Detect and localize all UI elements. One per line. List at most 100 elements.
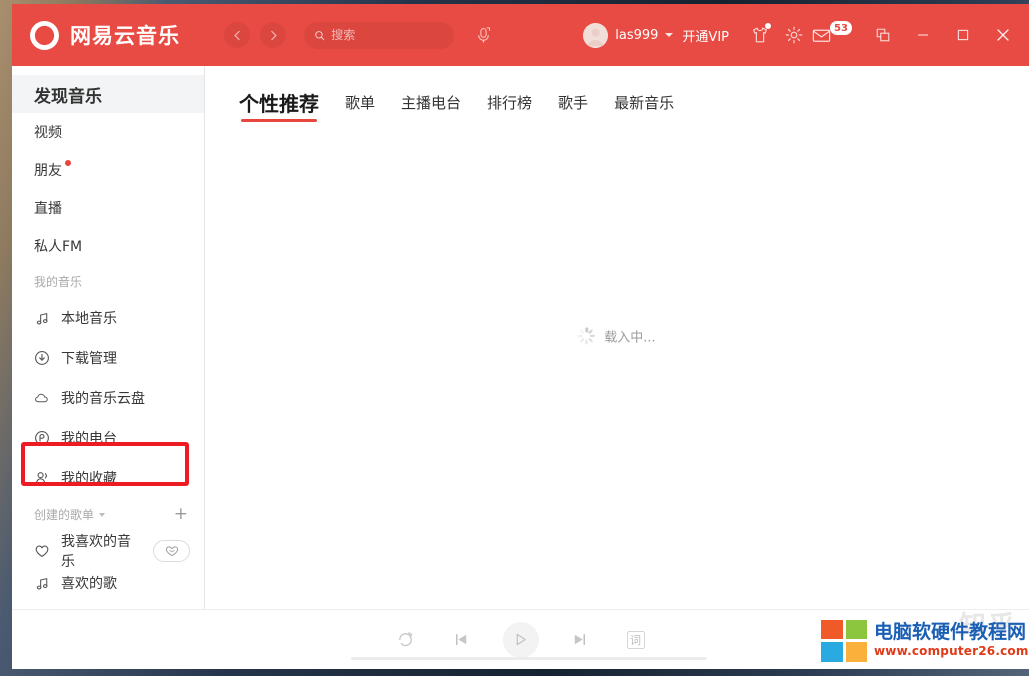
sidebar-item-label: 私人FM (34, 239, 83, 255)
sidebar-item-friends[interactable]: 朋友 (12, 151, 204, 189)
settings-button[interactable] (777, 18, 811, 52)
tab-radio-hosts[interactable]: 主播电台 (401, 92, 461, 122)
minimize-icon (918, 34, 928, 36)
sidebar-item-live[interactable]: 直播 (12, 189, 204, 227)
nav-arrows (224, 22, 286, 48)
watermark-site-name: 电脑软硬件教程网 (874, 621, 1027, 644)
sidebar-item-label: 下载管理 (61, 351, 117, 367)
tab-charts[interactable]: 排行榜 (487, 92, 532, 122)
progress-bar[interactable] (351, 657, 707, 660)
play-button[interactable] (502, 621, 539, 658)
user-name: las999 (615, 27, 659, 43)
brand-title: 网易云音乐 (70, 24, 180, 48)
sidebar-item-label: 发现音乐 (34, 86, 102, 107)
mail-button[interactable]: 53 (811, 18, 857, 52)
sidebar-item-discover[interactable]: 发现音乐 (12, 75, 204, 113)
close-icon (997, 29, 1009, 41)
watermark-site-url: www.computer26.com (874, 644, 1029, 659)
mini-player-button[interactable] (863, 15, 903, 55)
site-watermark: 电脑软硬件教程网 www.computer26.com (815, 612, 1029, 669)
sidebar-item-playlist-2[interactable]: 喜欢的歌 (12, 571, 204, 595)
next-track-icon (574, 633, 586, 646)
sidebar-item-local-music[interactable]: 本地音乐 (12, 298, 204, 338)
friends-notification-dot (65, 160, 71, 166)
content-stage: 载入中... (205, 122, 1029, 609)
tab-artists[interactable]: 歌手 (558, 92, 588, 122)
mail-icon (812, 29, 831, 42)
content-tabs: 个性推荐 歌单 主播电台 排行榜 歌手 最新音乐 (205, 66, 1029, 122)
add-playlist-button[interactable]: + (174, 506, 188, 523)
search-icon (315, 30, 325, 40)
cloud-icon (34, 390, 50, 406)
sidebar-item-label: 本地音乐 (61, 311, 117, 327)
previous-track-button[interactable] (447, 625, 477, 655)
sidebar-item-label: 喜欢的歌 (61, 576, 117, 592)
chevron-left-icon (233, 30, 240, 40)
brand: 网易云音乐 (12, 20, 180, 50)
play-icon (516, 633, 526, 646)
avatar (583, 22, 609, 48)
music-note-icon (34, 575, 50, 591)
next-track-button[interactable] (565, 625, 595, 655)
sidebar-item-video[interactable]: 视频 (12, 113, 204, 151)
chevron-down-icon[interactable] (99, 512, 106, 517)
loading-indicator: 载入中... (578, 327, 656, 346)
mini-player-icon (876, 28, 890, 42)
microphone-icon (477, 26, 490, 43)
header-right-controls: las999 开通VIP 53 (583, 4, 1029, 66)
sidebar-item-label: 我的电台 (61, 431, 117, 447)
sidebar-item-label: 视频 (34, 125, 62, 141)
repeat-mode-button[interactable] (391, 625, 421, 655)
previous-track-icon (455, 633, 467, 646)
voice-search-button[interactable] (468, 20, 498, 50)
repeat-icon (399, 632, 413, 647)
sidebar-item-liked-music[interactable]: 我喜欢的音乐 (12, 531, 204, 571)
sidebar-item-label: 我喜欢的音乐 (61, 534, 131, 570)
collection-person-icon (34, 470, 50, 486)
netease-music-window: 网易云音乐 搜索 las999 开通VIP 53 发现音乐 视频 朋友 直播 私… (12, 4, 1029, 669)
spinner-icon (578, 327, 596, 345)
sidebar-item-personal-fm[interactable]: 私人FM (12, 227, 204, 265)
sidebar-item-label: 我的音乐云盘 (61, 391, 145, 407)
heart-smile-icon[interactable] (153, 540, 190, 562)
sidebar-group-label: 我的音乐 (34, 275, 83, 289)
gear-icon (785, 26, 803, 44)
sidebar-item-my-collection[interactable]: 我的收藏 (12, 458, 204, 498)
body-area: 发现音乐 视频 朋友 直播 私人FM 我的音乐 本地音乐 下载管理 我的音乐云盘… (12, 66, 1029, 609)
user-menu[interactable]: las999 (583, 22, 674, 48)
tab-personal-recommend[interactable]: 个性推荐 (239, 88, 319, 122)
close-button[interactable] (983, 15, 1023, 55)
download-icon (34, 350, 50, 366)
tab-latest-music[interactable]: 最新音乐 (614, 92, 674, 122)
music-note-icon (34, 310, 50, 326)
maximize-icon (957, 29, 969, 41)
search-input[interactable] (331, 28, 444, 42)
main-content: 个性推荐 歌单 主播电台 排行榜 歌手 最新音乐 载入中... (205, 66, 1029, 609)
heart-outline-icon (34, 543, 50, 559)
search-wrapper (304, 21, 454, 49)
sidebar-item-my-radio[interactable]: 我的电台 (12, 418, 204, 458)
sidebar-item-label: 我的收藏 (61, 471, 117, 487)
skin-notification-dot (765, 23, 771, 29)
back-button[interactable] (224, 22, 250, 48)
sidebar-item-label: 直播 (34, 201, 62, 217)
windows-logo-icon (821, 619, 867, 662)
sidebar-item-my-music-cloud-disk[interactable]: 我的音乐云盘 (12, 378, 204, 418)
sidebar-item-download-manager[interactable]: 下载管理 (12, 338, 204, 378)
sidebar-group-created-playlists: 创建的歌单 + (12, 498, 204, 531)
sidebar-group-my-music: 我的音乐 (12, 265, 204, 298)
loading-text: 载入中... (604, 330, 656, 346)
sidebar-item-label: 朋友 (34, 163, 62, 179)
minimize-button[interactable] (903, 15, 943, 55)
tab-playlists[interactable]: 歌单 (345, 92, 375, 122)
forward-button[interactable] (260, 22, 286, 48)
vip-button[interactable]: 开通VIP (682, 26, 729, 45)
mail-count-badge: 53 (830, 21, 852, 35)
sidebar: 发现音乐 视频 朋友 直播 私人FM 我的音乐 本地音乐 下载管理 我的音乐云盘… (12, 66, 205, 609)
chevron-down-icon (665, 33, 674, 37)
skin-button[interactable] (743, 18, 777, 52)
window-controls (863, 15, 1029, 55)
maximize-button[interactable] (943, 15, 983, 55)
lyrics-button[interactable]: 词 (621, 625, 651, 655)
search-box[interactable] (304, 21, 454, 49)
